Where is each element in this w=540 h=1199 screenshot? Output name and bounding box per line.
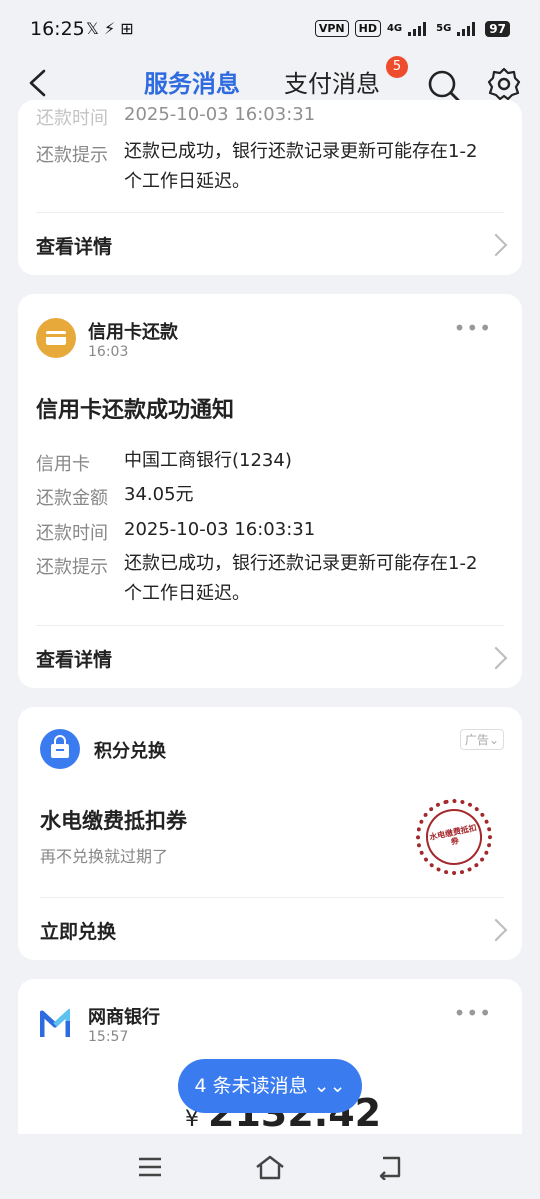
tab-payment-messages[interactable]: 支付消息 bbox=[284, 64, 380, 99]
back-icon[interactable] bbox=[377, 1156, 403, 1180]
field-label: 还款提示 bbox=[36, 557, 108, 578]
ad-label[interactable]: 广告⌄ bbox=[459, 729, 504, 750]
mybank-logo-icon bbox=[40, 1009, 70, 1037]
shopping-bag-icon bbox=[40, 729, 80, 769]
tab-service-messages[interactable]: 服务消息 bbox=[144, 64, 240, 99]
more-options-icon[interactable]: ••• bbox=[454, 1001, 492, 1025]
signal-icon bbox=[457, 21, 479, 36]
divider bbox=[40, 897, 504, 898]
unread-badge: 5 bbox=[386, 56, 408, 78]
field-label: 还款时间 bbox=[36, 523, 108, 544]
field-value: 还款已成功，银行还款记录更新可能存在1-2个工作日延迟。 bbox=[124, 141, 478, 192]
message-card-credit-repayment: 信用卡还款 16:03 ••• 信用卡还款成功通知 信用卡 中国工商银行(123… bbox=[18, 294, 522, 688]
field-value: 2025-10-03 16:03:31 bbox=[124, 519, 316, 540]
credit-card-icon bbox=[36, 318, 76, 358]
field-value: 2025-10-03 16:03:31 bbox=[124, 104, 316, 125]
status-right: VPN HD 4G 5G 97 bbox=[314, 20, 510, 37]
system-nav-bar bbox=[0, 1134, 540, 1199]
promo-subtitle: 再不兑换就过期了 bbox=[40, 847, 169, 866]
message-time: 15:57 bbox=[88, 1029, 129, 1045]
message-card-points-exchange: 积分兑换 广告⌄ 水电缴费抵扣券 再不兑换就过期了 水电缴费抵扣券 立即兑换 bbox=[18, 707, 522, 960]
coupon-stamp-image: 水电缴费抵扣券 bbox=[408, 791, 500, 883]
search-icon[interactable] bbox=[426, 68, 462, 104]
ad-label-text: 广告 bbox=[464, 733, 489, 747]
home-icon[interactable] bbox=[255, 1154, 285, 1180]
field-label: 还款提示 bbox=[36, 145, 108, 166]
menu-icon[interactable] bbox=[138, 1156, 162, 1178]
signal-icon bbox=[408, 21, 430, 36]
field-value: 中国工商银行(1234) bbox=[124, 450, 292, 471]
view-details-link[interactable]: 查看详情 bbox=[36, 232, 112, 259]
promo-title: 水电缴费抵扣券 bbox=[40, 809, 187, 833]
view-details-link[interactable]: 查看详情 bbox=[36, 645, 112, 672]
message-time: 16:03 bbox=[88, 344, 129, 360]
vpn-icon: VPN bbox=[314, 20, 349, 37]
notification-icons: 𝕏 ⚡ ⊞ bbox=[86, 19, 134, 38]
more-options-icon[interactable]: ••• bbox=[454, 316, 492, 340]
message-title: 信用卡还款成功通知 bbox=[36, 398, 235, 423]
divider bbox=[36, 625, 504, 626]
network-4g-label: 4G bbox=[386, 23, 403, 34]
field-value: 34.05元 bbox=[124, 484, 194, 505]
back-arrow-icon[interactable] bbox=[24, 68, 54, 98]
battery-icon: 97 bbox=[485, 20, 510, 37]
chevron-right-icon bbox=[484, 233, 508, 257]
field-label: 信用卡 bbox=[36, 454, 90, 475]
hd-icon: HD bbox=[354, 20, 381, 37]
unread-messages-button[interactable]: 4 条未读消息 ⌄⌄ bbox=[178, 1059, 362, 1113]
divider bbox=[36, 212, 504, 213]
sender-name: 积分兑换 bbox=[94, 741, 166, 762]
chevron-right-icon bbox=[484, 918, 508, 942]
stamp-text: 水电缴费抵扣券 bbox=[428, 823, 478, 847]
redeem-now-link[interactable]: 立即兑换 bbox=[40, 917, 116, 944]
gear-icon[interactable] bbox=[486, 66, 522, 102]
status-bar: 16:25 𝕏 ⚡ ⊞ VPN HD 4G 5G 97 bbox=[0, 0, 540, 58]
status-time: 16:25 bbox=[30, 18, 85, 40]
network-5g-label: 5G bbox=[436, 23, 452, 34]
sender-name: 网商银行 bbox=[88, 1007, 160, 1028]
field-label: 还款时间 bbox=[36, 108, 108, 129]
field-label: 还款金额 bbox=[36, 488, 108, 509]
sender-name: 信用卡还款 bbox=[88, 322, 178, 343]
chevron-right-icon bbox=[484, 646, 508, 670]
field-value: 还款已成功，银行还款记录更新可能存在1-2个工作日延迟。 bbox=[124, 553, 478, 604]
message-card-repayment-partial: 还款时间 2025-10-03 16:03:31 还款提示 还款已成功，银行还款… bbox=[18, 100, 522, 275]
